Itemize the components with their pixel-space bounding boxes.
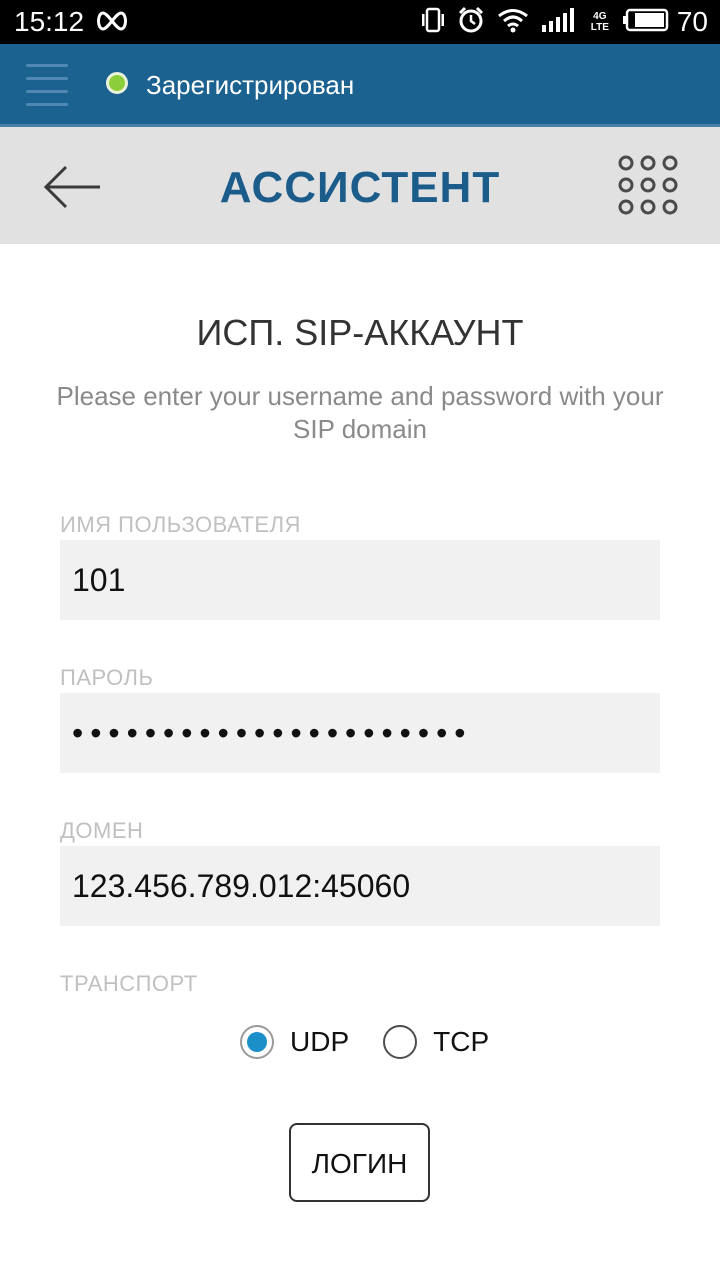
wifi-icon bbox=[497, 7, 529, 38]
battery-icon bbox=[622, 8, 669, 37]
domain-label: ДОМЕН bbox=[60, 818, 144, 843]
login-button[interactable]: ЛОГИН bbox=[289, 1123, 430, 1202]
instruction-text: Please enter your username and password … bbox=[56, 381, 664, 444]
domain-field[interactable]: 123.456.789.012:45060 bbox=[60, 846, 660, 926]
username-label: ИМЯ ПОЛЬЗОВАТЕЛЯ bbox=[60, 512, 301, 537]
registration-status-text: Зарегистрирован bbox=[146, 70, 355, 100]
page-title: АССИСТЕНТ bbox=[219, 163, 501, 212]
password-field[interactable]: •••••••••••••••••••••• bbox=[60, 693, 660, 773]
registration-status-dot bbox=[106, 72, 128, 94]
status-time: 15:12 bbox=[14, 6, 85, 37]
signal-icon bbox=[541, 7, 577, 38]
password-label: ПАРОЛЬ bbox=[60, 665, 154, 690]
dialpad-icon[interactable] bbox=[616, 155, 680, 219]
radio-udp-label[interactable]: UDP bbox=[290, 1026, 349, 1058]
transport-radio-group: UDP TCP bbox=[240, 1022, 523, 1062]
battery-percent: 70 bbox=[676, 6, 708, 37]
transport-label: ТРАНСПОРТ bbox=[60, 971, 198, 996]
section-title: ИСП. SIP-АККАУНТ bbox=[196, 312, 524, 353]
alarm-icon bbox=[457, 6, 485, 39]
radio-tcp-circle[interactable] bbox=[383, 1025, 418, 1059]
registration-bar: Зарегистрирован bbox=[0, 44, 720, 124]
username-field[interactable]: 101 bbox=[60, 540, 660, 620]
radio-tcp[interactable]: TCP bbox=[383, 1025, 489, 1059]
status-bar: 15:12 4G LTE 70 bbox=[0, 0, 720, 44]
infinity-icon bbox=[94, 8, 130, 39]
vibrate-icon bbox=[421, 7, 445, 38]
radio-udp[interactable]: UDP bbox=[240, 1025, 349, 1059]
radio-tcp-label[interactable]: TCP bbox=[433, 1026, 489, 1058]
assistant-header: АССИСТЕНТ bbox=[0, 124, 720, 244]
radio-udp-circle[interactable] bbox=[240, 1025, 274, 1059]
network-4g-lte: 4G LTE bbox=[590, 11, 609, 33]
menu-icon[interactable] bbox=[26, 64, 70, 106]
